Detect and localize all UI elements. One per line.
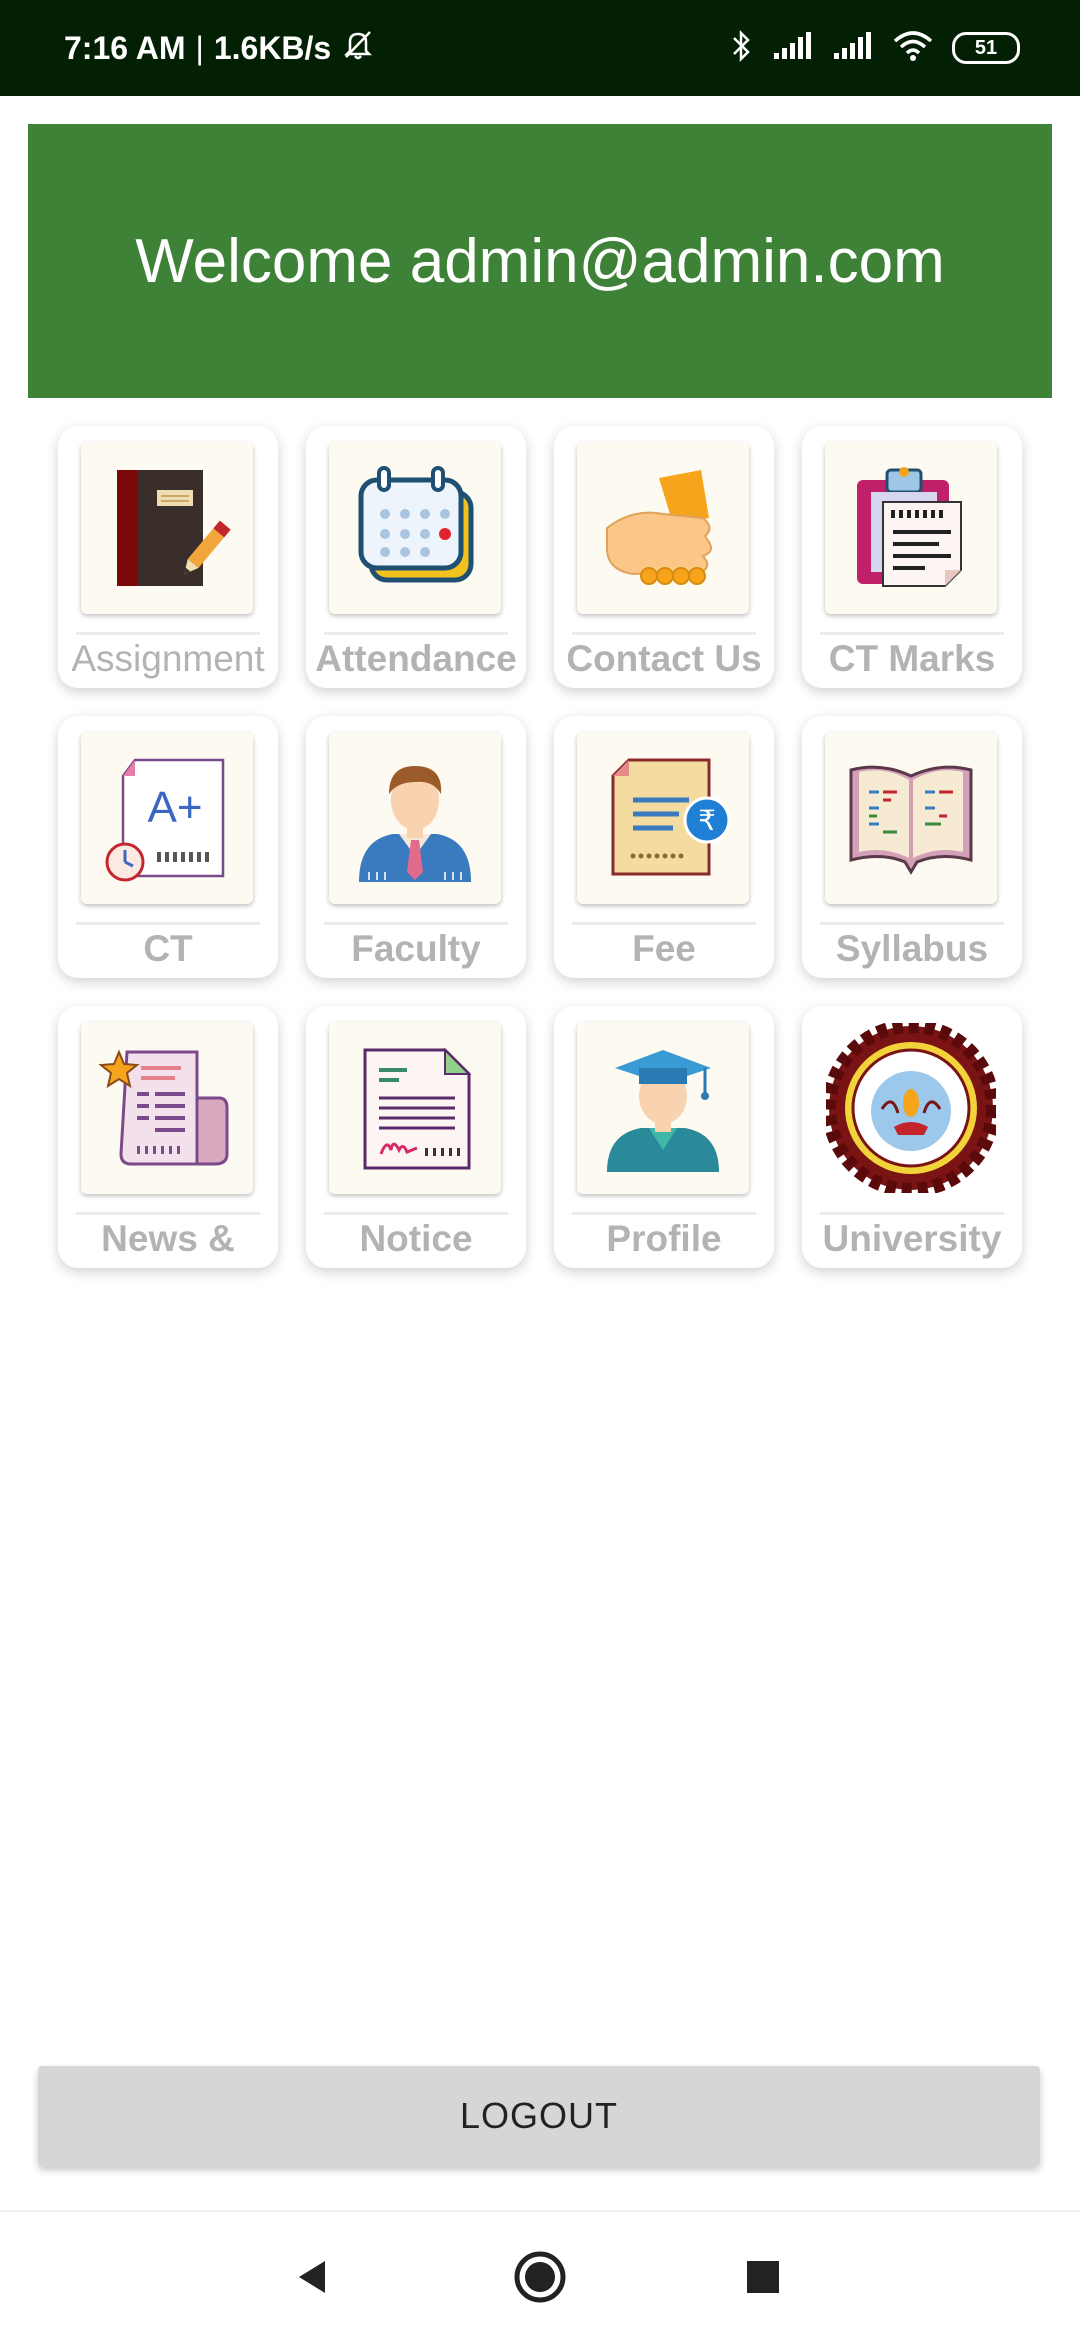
university-seal-icon xyxy=(825,1022,997,1194)
grade-paper-icon: A+ xyxy=(81,732,253,904)
tile-divider xyxy=(820,632,1004,635)
status-bar: 7:16 AM | 1.6KB/s 51 xyxy=(0,0,1080,96)
tile-profile[interactable]: Profile xyxy=(554,1006,774,1268)
signal-icon xyxy=(832,31,874,66)
tile-divider xyxy=(324,922,508,925)
svg-text:₹: ₹ xyxy=(698,804,716,837)
tile-attendance[interactable]: Attendance xyxy=(306,426,526,688)
tile-divider xyxy=(76,632,260,635)
tile-ct[interactable]: A+ CT xyxy=(58,716,278,978)
notebook-pencil-icon xyxy=(81,442,253,614)
tile-divider xyxy=(572,632,756,635)
welcome-text: Welcome admin@admin.com xyxy=(135,226,945,296)
tile-label: Profile xyxy=(606,1218,722,1259)
signed-document-icon xyxy=(329,1022,501,1194)
back-icon[interactable] xyxy=(278,2242,348,2312)
tile-divider xyxy=(820,922,1004,925)
tile-notice[interactable]: Notice xyxy=(306,1006,526,1268)
battery-icon: 51 xyxy=(952,32,1020,64)
handshake-icon xyxy=(577,442,749,614)
tile-assignment[interactable]: Assignment xyxy=(58,426,278,688)
status-separator: | xyxy=(195,29,204,66)
tile-label: CT xyxy=(143,928,193,969)
tile-syllabus[interactable]: Syllabus xyxy=(802,716,1022,978)
logout-button[interactable]: LOGOUT xyxy=(38,2066,1040,2166)
tile-label: Fee xyxy=(632,928,696,969)
tile-divider xyxy=(572,1212,756,1215)
signal-icon xyxy=(772,31,814,66)
tile-label: Assignment xyxy=(71,638,265,679)
graduate-icon xyxy=(577,1022,749,1194)
teacher-icon xyxy=(329,732,501,904)
clipboard-icon xyxy=(825,442,997,614)
tile-divider xyxy=(572,922,756,925)
tile-label: CT Marks xyxy=(828,638,996,679)
home-icon[interactable] xyxy=(505,2242,575,2312)
tile-label: University xyxy=(822,1218,1002,1259)
status-speed: 1.6KB/s xyxy=(213,29,332,66)
open-book-icon xyxy=(825,732,997,904)
navigation-bar xyxy=(0,2210,1080,2342)
battery-level: 51 xyxy=(974,36,998,59)
tile-label: Attendance xyxy=(315,638,517,679)
wifi-icon xyxy=(892,30,934,67)
tile-university[interactable]: University xyxy=(802,1006,1022,1268)
rupee-document-icon: ₹ xyxy=(577,732,749,904)
calendar-icon xyxy=(329,442,501,614)
tile-divider xyxy=(76,922,260,925)
tile-contact-us[interactable]: Contact Us xyxy=(554,426,774,688)
tile-divider xyxy=(324,1212,508,1215)
tile-news[interactable]: News & xyxy=(58,1006,278,1268)
tile-divider xyxy=(820,1212,1004,1215)
welcome-banner: Welcome admin@admin.com xyxy=(28,124,1052,398)
tile-ct-marks[interactable]: CT Marks xyxy=(802,426,1022,688)
tile-label: Notice xyxy=(359,1218,473,1259)
tile-divider xyxy=(324,632,508,635)
tile-faculty[interactable]: Faculty xyxy=(306,716,526,978)
tile-divider xyxy=(76,1212,260,1215)
tile-label: Contact Us xyxy=(566,638,762,679)
newspaper-icon xyxy=(81,1022,253,1194)
mute-bell-icon xyxy=(341,27,375,69)
tile-label: Faculty xyxy=(351,928,481,969)
tile-fee[interactable]: ₹ Fee xyxy=(554,716,774,978)
bluetooth-icon xyxy=(730,28,754,69)
svg-text:A+: A+ xyxy=(147,783,202,832)
tile-label: News & xyxy=(101,1218,235,1259)
tile-label: Syllabus xyxy=(835,928,989,969)
status-time: 7:16 AM xyxy=(64,29,186,66)
recents-icon[interactable] xyxy=(728,2242,798,2312)
